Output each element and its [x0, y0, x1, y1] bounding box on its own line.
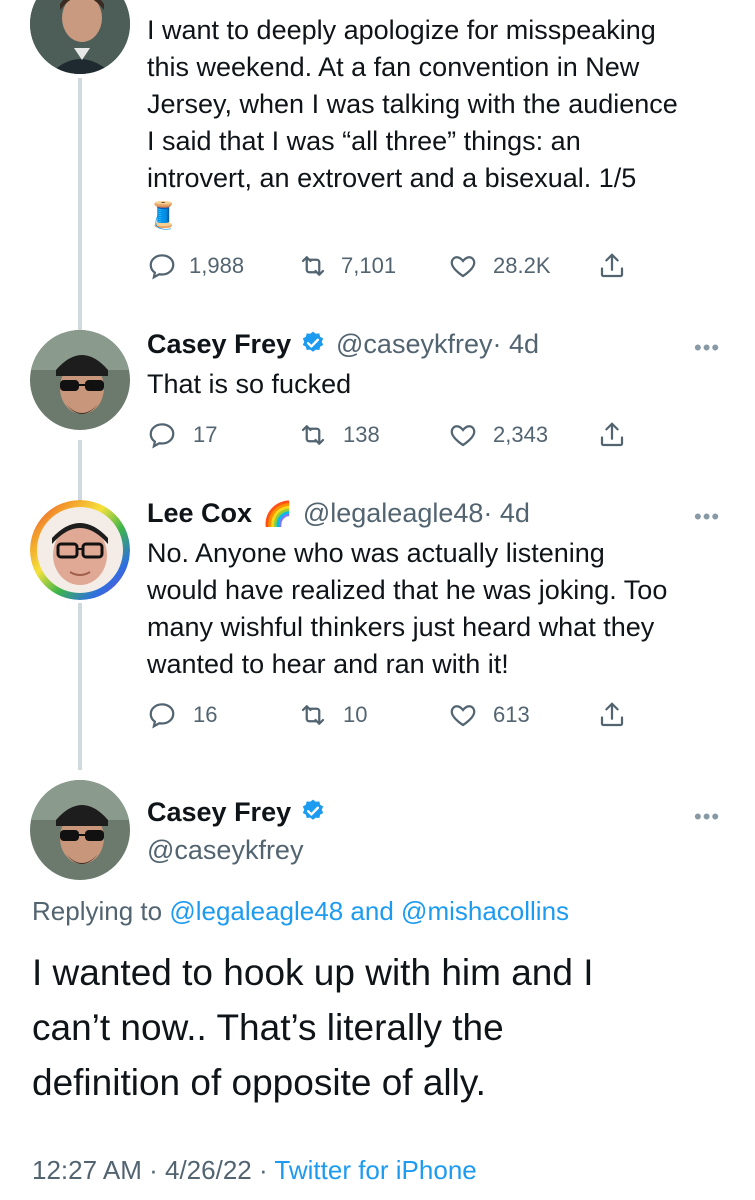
main-tweet-text: I wanted to hook up with him and I can’t…: [32, 945, 732, 1110]
like-count: 613: [493, 702, 530, 727]
tweet-meta: 12:27 AM · 4/26/22 · Twitter for iPhone: [32, 1155, 477, 1186]
avatar[interactable]: [30, 330, 130, 430]
timestamp[interactable]: · 4d: [492, 329, 539, 359]
more-options-icon[interactable]: •••: [694, 335, 720, 361]
tweet-text-line: can’t now.. That’s literally the: [32, 1007, 504, 1048]
like-button[interactable]: 613: [447, 700, 597, 730]
tweet-time[interactable]: 12:27 AM: [32, 1155, 142, 1185]
avatar[interactable]: [30, 0, 130, 74]
display-name[interactable]: Casey Frey: [147, 797, 291, 827]
share-button[interactable]: [597, 251, 627, 281]
verified-badge-icon: [300, 330, 326, 361]
retweet-icon: [297, 420, 329, 450]
like-button[interactable]: 2,343: [447, 420, 597, 450]
tweet-text-line: I wanted to hook up with him and I: [32, 952, 594, 993]
separator: ·: [258, 1155, 268, 1185]
tweet-text: That is so fucked: [147, 369, 352, 399]
thread-line: [78, 603, 82, 770]
tweet-text-line: many wishful thinkers just heard what th…: [147, 612, 655, 642]
tweet-text-line: I said that I was “all three” things: an: [147, 126, 581, 156]
thread-emoji: 🧵: [147, 200, 180, 230]
reply-count: 1,988: [189, 253, 245, 278]
retweet-button[interactable]: 138: [297, 420, 447, 450]
retweet-button[interactable]: 7,101: [297, 251, 447, 281]
tweet-actions: 17 138 2,343: [147, 420, 637, 450]
share-icon: [597, 700, 627, 730]
reply-count: 16: [193, 702, 218, 727]
retweet-icon: [297, 251, 329, 281]
heart-icon: [447, 700, 479, 730]
replying-to: Replying to @legaleagle48 and @mishacoll…: [32, 896, 569, 927]
retweet-count: 10: [343, 702, 368, 727]
reply-count: 17: [193, 422, 218, 447]
heart-icon: [447, 420, 479, 450]
timestamp[interactable]: · 4d: [483, 498, 530, 528]
like-count: 28.2K: [493, 253, 551, 278]
display-name[interactable]: Casey Frey: [147, 329, 291, 359]
separator: ·: [149, 1155, 158, 1185]
replying-to-label: Replying to: [32, 896, 163, 926]
like-count: 2,343: [493, 422, 549, 447]
share-button[interactable]: [597, 700, 627, 730]
tweet-text-line: introvert, an extrovert and a bisexual. …: [147, 163, 637, 193]
like-button[interactable]: 28.2K: [447, 251, 597, 281]
retweet-count: 138: [343, 422, 380, 447]
verified-badge-icon: [300, 798, 326, 829]
reply-icon: [147, 700, 177, 730]
mention-link[interactable]: @mishacollins: [401, 896, 569, 926]
handle[interactable]: @legaleagle48: [303, 498, 484, 528]
thread-line: [78, 78, 82, 333]
retweet-icon: [297, 700, 329, 730]
retweet-count: 7,101: [341, 253, 397, 278]
retweet-button[interactable]: 10: [297, 700, 447, 730]
tweet-date[interactable]: 4/26/22: [165, 1155, 252, 1185]
thread-line: [78, 440, 82, 502]
reply-button[interactable]: 16: [147, 700, 297, 730]
heart-icon: [447, 251, 479, 281]
reply-button[interactable]: 1,988: [147, 251, 297, 281]
tweet-text-line: would have realized that he was joking. …: [147, 575, 668, 605]
tweet-text-line: Jersey, when I was talking with the audi…: [147, 89, 678, 119]
share-icon: [597, 251, 627, 281]
more-options-icon[interactable]: •••: [694, 804, 720, 830]
tweet-text-line: this weekend. At a fan convention in New: [147, 52, 640, 82]
tweet-header: Lee Cox 🌈 @legaleagle48· 4d: [147, 498, 530, 529]
tweet-text-line: No. Anyone who was actually listening: [147, 538, 605, 568]
mention-link[interactable]: @legaleagle48: [169, 896, 343, 926]
tweet-actions: 1,988 7,101 28.2K: [147, 251, 637, 281]
handle[interactable]: @caseykfrey: [336, 329, 492, 359]
handle[interactable]: @caseykfrey: [147, 835, 303, 866]
reply-button[interactable]: 17: [147, 420, 297, 450]
tweet-actions: 16 10 613: [147, 700, 637, 730]
avatar[interactable]: [30, 500, 130, 600]
tweet-source[interactable]: Twitter for iPhone: [274, 1155, 476, 1185]
share-button[interactable]: [597, 420, 627, 450]
share-icon: [597, 420, 627, 450]
tweet-text-line: I want to deeply apologize for misspeaki…: [147, 15, 656, 45]
reply-icon: [147, 251, 177, 281]
tweet-text-line: wanted to hear and ran with it!: [147, 649, 509, 679]
reply-icon: [147, 420, 177, 450]
avatar[interactable]: [30, 780, 130, 880]
more-options-icon[interactable]: •••: [694, 504, 720, 530]
display-name[interactable]: Lee Cox: [147, 498, 252, 528]
tweet-header: Casey Frey @caseykfrey· 4d: [147, 329, 539, 361]
rainbow-emoji: 🌈: [262, 501, 293, 528]
replying-and: and: [350, 896, 394, 926]
tweet-text-line: definition of opposite of ally.: [32, 1062, 486, 1103]
